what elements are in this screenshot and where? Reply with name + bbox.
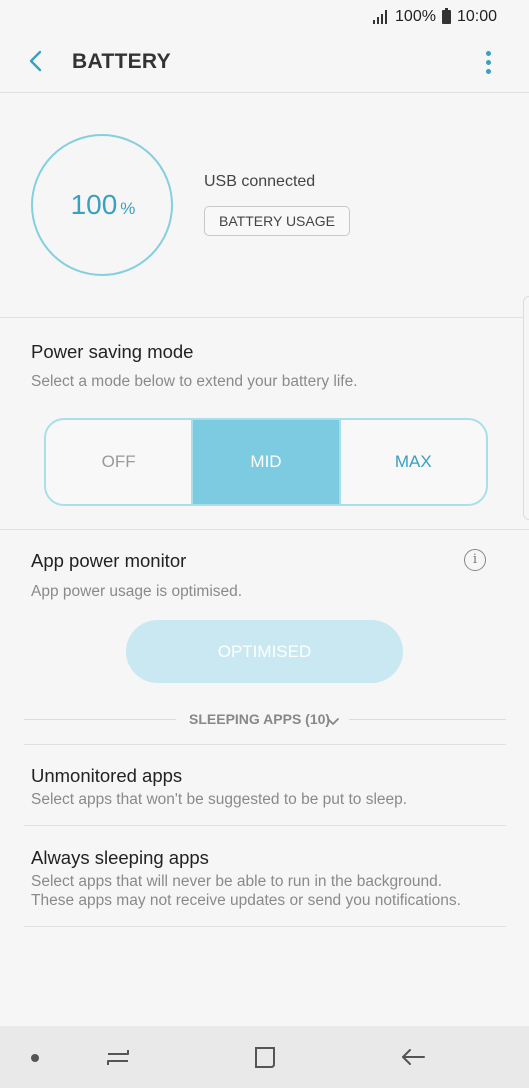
- divider-line: [24, 719, 176, 720]
- chevron-down-icon[interactable]: [327, 714, 339, 725]
- battery-percent-unit: %: [120, 199, 136, 218]
- signal-icon: [373, 10, 389, 24]
- sleeping-apps-toggle[interactable]: SLEEPING APPS (10): [189, 711, 330, 727]
- list-item-always-sleeping-apps[interactable]: Always sleeping apps Select apps that wi…: [24, 826, 506, 926]
- nav-dot-icon[interactable]: [31, 1054, 39, 1062]
- page-title: BATTERY: [72, 50, 171, 73]
- status-bar: 100% 10:00: [373, 8, 497, 26]
- section-divider: [0, 317, 529, 318]
- list-item-subtitle: Select apps that won't be suggested to b…: [31, 791, 408, 808]
- battery-usage-button[interactable]: BATTERY USAGE: [204, 206, 350, 236]
- power-mode-selector: OFF MID MAX: [44, 418, 488, 506]
- battery-level-ring: 100%: [31, 134, 173, 276]
- battery-percent-text: 100%: [395, 8, 436, 25]
- clock: 10:00: [456, 8, 497, 25]
- edge-panel-handle[interactable]: [523, 296, 529, 520]
- mode-off-button[interactable]: OFF: [46, 420, 194, 504]
- info-icon[interactable]: i: [464, 549, 486, 571]
- back-icon[interactable]: [398, 1042, 428, 1072]
- app-power-monitor-title: App power monitor: [31, 550, 187, 571]
- app-power-monitor-subtitle: App power usage is optimised.: [31, 583, 243, 600]
- mode-max-button[interactable]: MAX: [338, 420, 486, 504]
- back-arrow-icon[interactable]: [22, 46, 52, 76]
- list-item-title: Always sleeping apps: [31, 847, 209, 868]
- home-icon[interactable]: [250, 1042, 280, 1072]
- more-options-icon[interactable]: [478, 48, 500, 78]
- section-divider: [0, 529, 529, 530]
- divider-line: [349, 719, 506, 720]
- optimised-button[interactable]: OPTIMISED: [126, 620, 403, 683]
- list-divider: [24, 926, 506, 927]
- recent-apps-icon[interactable]: [103, 1042, 133, 1072]
- list-item-subtitle: Select apps that will never be able to r…: [31, 873, 443, 890]
- mode-mid-button[interactable]: MID: [193, 420, 339, 504]
- battery-percent: 100%: [33, 189, 173, 221]
- navigation-bar: [0, 1026, 529, 1088]
- power-saving-subtitle: Select a mode below to extend your batte…: [31, 373, 358, 390]
- charging-status: USB connected: [204, 173, 316, 190]
- list-item-unmonitored-apps[interactable]: Unmonitored apps Select apps that won't …: [24, 745, 506, 825]
- app-header: BATTERY: [0, 32, 529, 93]
- list-item-subtitle: These apps may not receive updates or se…: [31, 892, 461, 909]
- power-saving-title: Power saving mode: [31, 341, 194, 362]
- list-item-title: Unmonitored apps: [31, 765, 183, 786]
- battery-icon: [441, 8, 451, 24]
- battery-percent-value: 100: [70, 189, 118, 220]
